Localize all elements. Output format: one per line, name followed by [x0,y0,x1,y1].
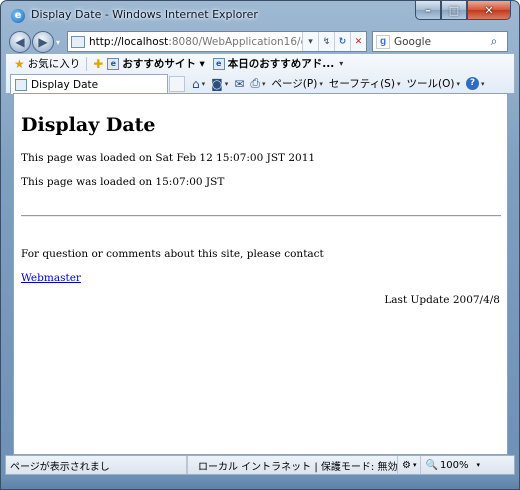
security-zone[interactable]: ローカル イントラネット | 保護モード: 無効 [187,456,397,474]
tab-display-date[interactable]: Display Date [10,74,168,94]
stop-button[interactable]: ✕ [350,32,366,51]
page-menu[interactable]: ページ(P) [272,76,318,91]
feeds-icon[interactable]: ◙ [211,77,223,91]
favorites-row: ★ お気に入り ✚ e おすすめサイト ▾ e 本日のおすすめアド... ▾ [6,54,514,73]
tab-row: Display Date ⌂ ▾ ◙ ▾ ✉ ⎙ ▾ ページ(P) ▾ セーフテ… [6,73,514,94]
zoom-icon: 🔍 [425,459,438,471]
suggested-sites-link[interactable]: おすすめサイト ▾ [122,56,204,71]
zone-text: ローカル イントラネット | 保護モード: 無効 [198,461,398,473]
print-icon[interactable]: ⎙ [250,76,260,91]
page-content: Display Date This page was loaded on Sat… [13,93,508,455]
home-dropdown-icon[interactable]: ▾ [202,80,206,88]
popup-settings[interactable]: ⚙ ▾ [397,456,420,474]
forward-button[interactable]: ▶ [32,31,54,53]
ie-logo-icon: e [11,9,25,23]
add-to-favorites-icon[interactable]: ✚ [93,57,103,71]
feeds-dropdown-icon[interactable]: ▾ [225,80,229,88]
browser-window: e Display Date - Windows Internet Explor… [0,0,520,490]
separator [86,56,88,71]
google-icon: g [376,34,390,49]
horizontal-rule [21,215,501,217]
recent-pages-dropdown-icon[interactable]: ▾ [56,38,60,47]
web-slice-link[interactable]: 本日のおすすめアド... [228,56,334,71]
safety-menu[interactable]: セーフティ(S) [329,76,395,91]
address-bar[interactable]: http://localhost:8080/WebApplication16/d… [67,31,367,52]
favorites-star-icon[interactable]: ★ [14,57,25,71]
zoom-dropdown-icon[interactable]: ▾ [477,461,481,469]
page-favicon-icon [71,35,85,48]
favorites-button[interactable]: お気に入り [28,56,81,71]
page-favicon-icon [15,78,27,91]
more-links-chevron-icon[interactable]: ▾ [339,59,343,68]
window-title: Display Date - Windows Internet Explorer [31,8,258,21]
settings-icon: ⚙ [402,459,411,471]
webmaster-link[interactable]: Webmaster [21,272,81,284]
settings-dropdown-icon: ▾ [412,461,417,469]
tools-menu-chevron-icon[interactable]: ▾ [456,80,460,88]
url-host: http://localhost [89,35,169,48]
link-favicon-icon: e [107,57,120,70]
navigation-bar: ◀ ▶ ▾ http://localhost:8080/WebApplicati… [1,29,519,53]
tab-label: Display Date [31,78,99,91]
home-icon[interactable]: ⌂ [192,77,200,91]
help-icon[interactable]: ? [465,77,479,90]
command-bar: ⌂ ▾ ◙ ▾ ✉ ⎙ ▾ ページ(P) ▾ セーフティ(S) ▾ ツール(O)… [192,73,490,94]
status-text: ページが表示されまし [10,461,110,473]
status-bar: ページが表示されまし ローカル イントラネット | 保護モード: 無効 ⚙ ▾ … [5,455,515,475]
page-menu-chevron-icon[interactable]: ▾ [319,80,323,88]
window-bottom-frame [1,477,519,489]
new-tab-button[interactable] [169,76,185,92]
refresh-button[interactable]: ↻ [334,32,350,51]
page-title: Display Date [21,114,156,136]
url-path: :8080/WebApplication16/displaydate.jsp [168,35,302,48]
mail-icon[interactable]: ✉ [234,77,244,91]
print-dropdown-icon[interactable]: ▾ [262,80,266,88]
search-icon[interactable]: ⌕ [481,34,507,49]
zoom-level: 100% [439,459,469,471]
favorites-command-bar: ★ お気に入り ✚ e おすすめサイト ▾ e 本日のおすすめアド... ▾ D… [5,53,515,94]
search-input[interactable]: Google [394,36,481,48]
address-dropdown-icon[interactable]: ▾ [302,32,318,51]
address-input[interactable]: http://localhost:8080/WebApplication16/d… [89,36,302,48]
caption-buttons: – □ ✕ [415,1,511,20]
link-favicon-icon: e [212,57,225,70]
maximize-button[interactable]: □ [441,1,467,20]
title-bar[interactable]: e Display Date - Windows Internet Explor… [1,1,519,29]
zoom-control[interactable]: 🔍 100% ▾ [420,456,484,474]
last-update-text: Last Update 2007/4/8 [384,294,500,306]
search-box[interactable]: g Google ⌕ [372,31,508,52]
close-button[interactable]: ✕ [467,1,511,20]
back-button[interactable]: ◀ [9,31,31,53]
minimize-button[interactable]: – [415,1,441,20]
loaded-datetime-text: This page was loaded on Sat Feb 12 15:07… [21,152,316,164]
help-dropdown-icon[interactable]: ▾ [481,80,485,88]
safety-menu-chevron-icon[interactable]: ▾ [397,80,401,88]
tools-menu[interactable]: ツール(O) [406,76,454,91]
contact-text: For question or comments about this site… [21,248,324,260]
compatibility-view-icon[interactable]: ↯ [318,32,334,51]
loaded-time-text: This page was loaded on 15:07:00 JST [21,176,225,188]
